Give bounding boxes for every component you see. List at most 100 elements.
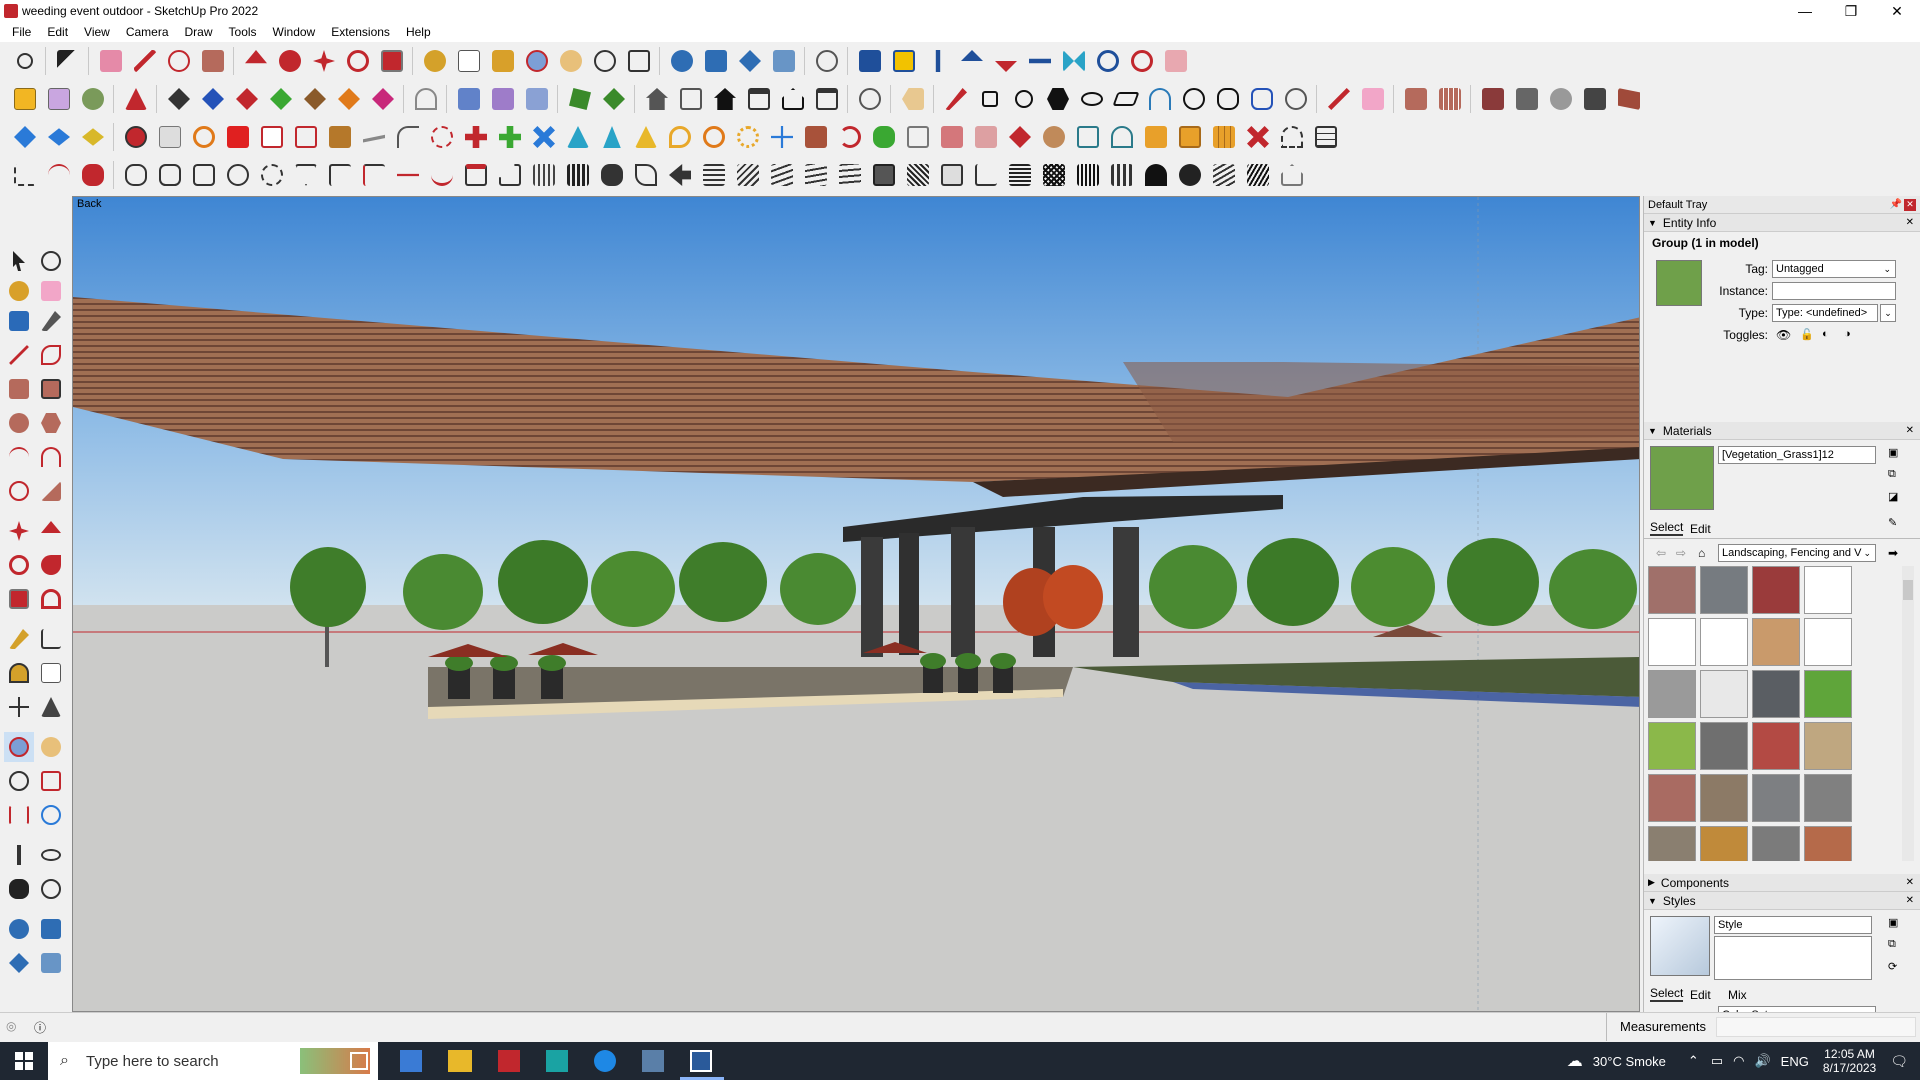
copy-red-2-icon[interactable] <box>969 120 1003 154</box>
tag-select[interactable]: Untagged ⌄ <box>1772 260 1896 278</box>
styles-tab-select[interactable]: Select <box>1650 986 1684 1002</box>
material-swatch[interactable] <box>1752 618 1800 666</box>
panel-close-icon[interactable]: ✕ <box>1906 217 1914 228</box>
rectangle-icon[interactable] <box>196 44 230 78</box>
forward-arrow-icon[interactable]: ⇨ <box>1676 546 1686 560</box>
wifi-icon[interactable]: ◠ <box>1733 1053 1744 1069</box>
outline-5-icon[interactable] <box>255 158 289 192</box>
scale-tool-icon[interactable] <box>4 584 34 614</box>
material-name-input[interactable]: [Vegetation_Grass1]12 <box>1718 446 1876 464</box>
select-icon[interactable] <box>51 44 85 78</box>
extrude-icon[interactable] <box>162 82 196 116</box>
styles-tab-mix[interactable]: Mix <box>1728 988 1747 1002</box>
task-view-icon[interactable] <box>350 1052 368 1070</box>
outline-6-icon[interactable] <box>289 158 323 192</box>
tile-orange-3-icon[interactable] <box>1207 120 1241 154</box>
ellipse-shape-icon[interactable] <box>1075 82 1109 116</box>
material-swatch[interactable] <box>1648 774 1696 822</box>
hexagon-shape-icon[interactable] <box>1041 82 1075 116</box>
send-to-layout-icon[interactable] <box>921 44 955 78</box>
offset-tool-icon[interactable] <box>36 584 66 614</box>
styles-header[interactable]: ▼ Styles ✕ <box>1644 892 1920 910</box>
outline-1-icon[interactable] <box>119 158 153 192</box>
menu-draw[interactable]: Draw <box>177 25 221 39</box>
material-swatch[interactable] <box>1804 722 1852 770</box>
cast-shadows-icon[interactable]: ◑ <box>1844 328 1851 340</box>
circle-arrow-icon[interactable] <box>1177 82 1211 116</box>
maximize-button[interactable]: ❐ <box>1828 0 1874 22</box>
wave-icon[interactable] <box>1207 158 1241 192</box>
section-fill-icon[interactable] <box>733 44 767 78</box>
frame-2-icon[interactable] <box>1105 120 1139 154</box>
material-swatch[interactable] <box>1804 566 1852 614</box>
pyramid-icon[interactable] <box>629 120 663 154</box>
menu-extensions[interactable]: Extensions <box>323 25 398 39</box>
plugin-popup-icon[interactable] <box>119 120 153 154</box>
leaf-icon[interactable] <box>629 158 663 192</box>
tape-tool-icon[interactable] <box>36 306 66 336</box>
section-display-icon[interactable] <box>699 44 733 78</box>
line-tool-icon[interactable] <box>1322 82 1356 116</box>
materials-tab-edit[interactable]: Edit <box>1690 522 1711 536</box>
circle-shape-icon[interactable] <box>1007 82 1041 116</box>
entity-material-swatch[interactable] <box>1656 260 1702 306</box>
grid-small-icon[interactable] <box>1309 120 1343 154</box>
chair-icon[interactable] <box>969 158 1003 192</box>
plus-green-icon[interactable] <box>493 120 527 154</box>
edge-browser-icon[interactable] <box>594 1050 616 1072</box>
components-header[interactable]: ▶ Components ✕ <box>1644 874 1920 892</box>
garage-icon[interactable] <box>810 82 844 116</box>
extrude-magenta-icon[interactable] <box>366 82 400 116</box>
follow-me-tool-icon[interactable] <box>36 550 66 580</box>
wave-2-icon[interactable] <box>1241 158 1275 192</box>
notification-icon[interactable]: 🗨 <box>1890 1053 1908 1070</box>
align-down-icon[interactable] <box>989 44 1023 78</box>
tray-close-icon[interactable]: ✕ <box>1904 198 1916 211</box>
freehand-icon[interactable] <box>1211 82 1245 116</box>
ladder-icon[interactable] <box>1003 158 1037 192</box>
autocad-app-icon[interactable] <box>498 1050 520 1072</box>
material-swatch[interactable] <box>1804 826 1852 861</box>
surface-2-icon[interactable] <box>597 82 631 116</box>
zoom-tool-icon[interactable] <box>4 766 34 796</box>
panel-close-icon[interactable]: ✕ <box>1906 425 1914 436</box>
zoom-window-icon[interactable] <box>588 44 622 78</box>
orbit-active-icon[interactable] <box>4 732 34 762</box>
render-4-icon[interactable] <box>1578 82 1612 116</box>
previous-view-icon[interactable] <box>36 800 66 830</box>
material-swatch[interactable] <box>1648 670 1696 718</box>
outline-4-icon[interactable] <box>221 158 255 192</box>
calculator-app-icon[interactable] <box>400 1050 422 1072</box>
dome-2-icon[interactable] <box>1173 158 1207 192</box>
spring-icon[interactable] <box>731 120 765 154</box>
tile-orange-icon[interactable] <box>1139 120 1173 154</box>
section-cut-tool-icon[interactable] <box>36 948 66 978</box>
menu-view[interactable]: View <box>76 25 118 39</box>
create-material-icon[interactable]: ⧉ <box>1888 468 1896 481</box>
polygon-tool-icon[interactable] <box>36 408 66 438</box>
material-swatch[interactable] <box>1648 566 1696 614</box>
material-swatch[interactable] <box>1752 774 1800 822</box>
joint-push-pull-icon[interactable] <box>119 82 153 116</box>
hand-icon[interactable] <box>595 158 629 192</box>
freehand-tool-icon[interactable] <box>36 340 66 370</box>
pencil-icon[interactable] <box>128 44 162 78</box>
display-secondary-icon[interactable]: ▣ <box>1888 446 1898 459</box>
file-explorer-icon[interactable] <box>448 1050 472 1072</box>
square-shape-icon[interactable] <box>973 82 1007 116</box>
type-select[interactable]: Type: <undefined> <box>1772 304 1878 322</box>
move-icon[interactable] <box>307 44 341 78</box>
paint-bucket-icon[interactable] <box>486 44 520 78</box>
eraser-icon[interactable] <box>94 44 128 78</box>
move-tool-icon[interactable] <box>4 516 34 546</box>
group-icon[interactable] <box>42 82 76 116</box>
menu-tools[interactable]: Tools <box>221 25 265 39</box>
lock-icon[interactable]: 🔓 <box>1800 328 1814 341</box>
house-icon[interactable] <box>640 82 674 116</box>
menu-edit[interactable]: Edit <box>39 25 76 39</box>
columns-icon[interactable] <box>527 158 561 192</box>
menu-camera[interactable]: Camera <box>118 25 177 39</box>
warehouse-icon[interactable] <box>853 44 887 78</box>
layer-blue-2-icon[interactable] <box>42 120 76 154</box>
materials-header[interactable]: ▼ Materials ✕ <box>1644 422 1920 440</box>
